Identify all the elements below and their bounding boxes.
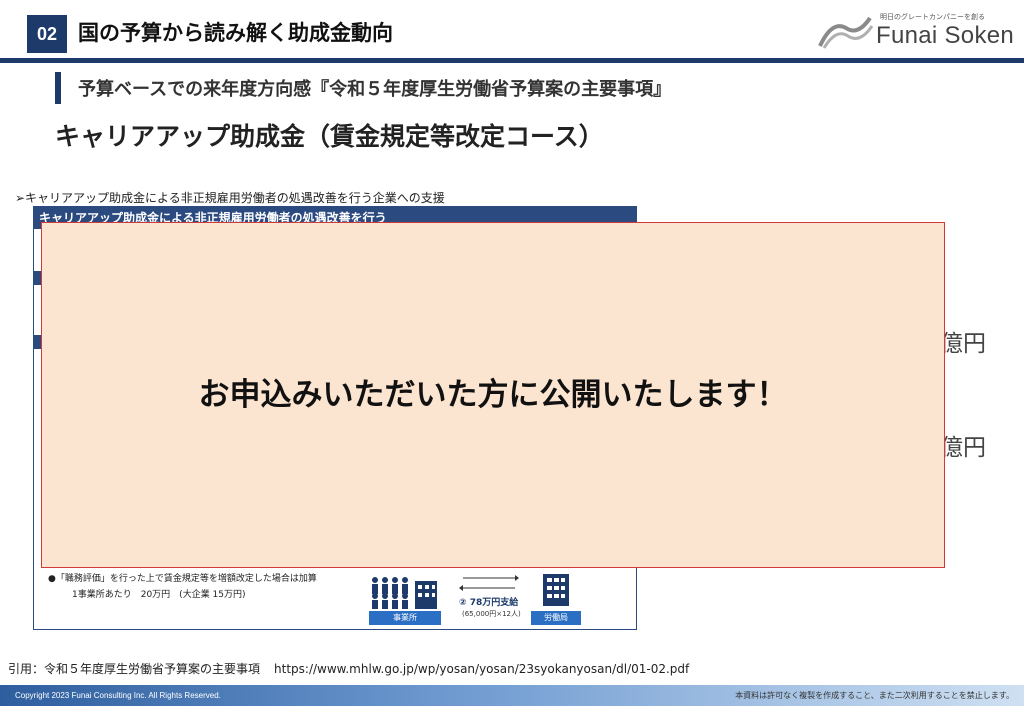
header-rule [0, 58, 1024, 63]
payment-detail: (65,000円×12人) [462, 610, 521, 618]
overlay-message: お申込みいただいた方に公開いたします！ [198, 376, 788, 413]
locked-content-overlay: お申込みいただいた方に公開いたします！ [41, 222, 945, 568]
ministry-label: 労働局 [531, 611, 581, 625]
citation: 引用：令和５年度厚生労働省予算案の主要事項 https://www.mhlw.go… [8, 660, 689, 677]
main-heading: キャリアアップ助成金（賃金規定等改定コース） [55, 122, 604, 151]
section-title: 国の予算から読み解く助成金動向 [78, 21, 393, 45]
office-workers-icon [369, 575, 441, 613]
copyright-text: Copyright 2023 Funai Consulting Inc. All… [15, 691, 221, 700]
logo-tagline: 明日のグレートカンパニーを創る [880, 13, 985, 21]
bullet-line: ➢キャリアアップ助成金による非正規雇用労働者の処遇改善を行う企業への支援 [15, 191, 445, 205]
funai-soken-logo: 明日のグレートカンパニーを創る Funai Soken [818, 10, 1018, 50]
sub-heading: 予算ベースでの来年度方向感『令和５年度厚生労働省予算案の主要事項』 [78, 79, 672, 100]
citation-label: 引用：令和５年度厚生労働省予算案の主要事項 [8, 662, 261, 676]
logo-mark-icon [818, 16, 874, 49]
sub-heading-bar [55, 72, 61, 104]
budget-amount-unit: 億円 [940, 331, 986, 357]
section-number-badge: 02 [27, 15, 67, 53]
logo-name: Funai Soken [876, 22, 1015, 49]
labor-bureau-building-icon [539, 572, 573, 610]
payment-amount: ② 78万円支給 [459, 598, 519, 608]
citation-url: https://www.mhlw.go.jp/wp/yosan/yosan/23… [274, 662, 690, 676]
document-note: ●「職務評価」を行った上で賃金規定等を増額改定した場合は加算 [48, 574, 317, 584]
budget-amount-unit: 億円 [940, 435, 986, 461]
footer-bar: Copyright 2023 Funai Consulting Inc. All… [0, 685, 1024, 706]
usage-notice: 本資料は許可なく複製を作成すること、また二次利用することを禁止します。 [735, 691, 1014, 700]
office-label: 事業所 [369, 611, 441, 625]
document-note: 1事業所あたり 20万円 (大企業 15万円) [72, 590, 246, 600]
